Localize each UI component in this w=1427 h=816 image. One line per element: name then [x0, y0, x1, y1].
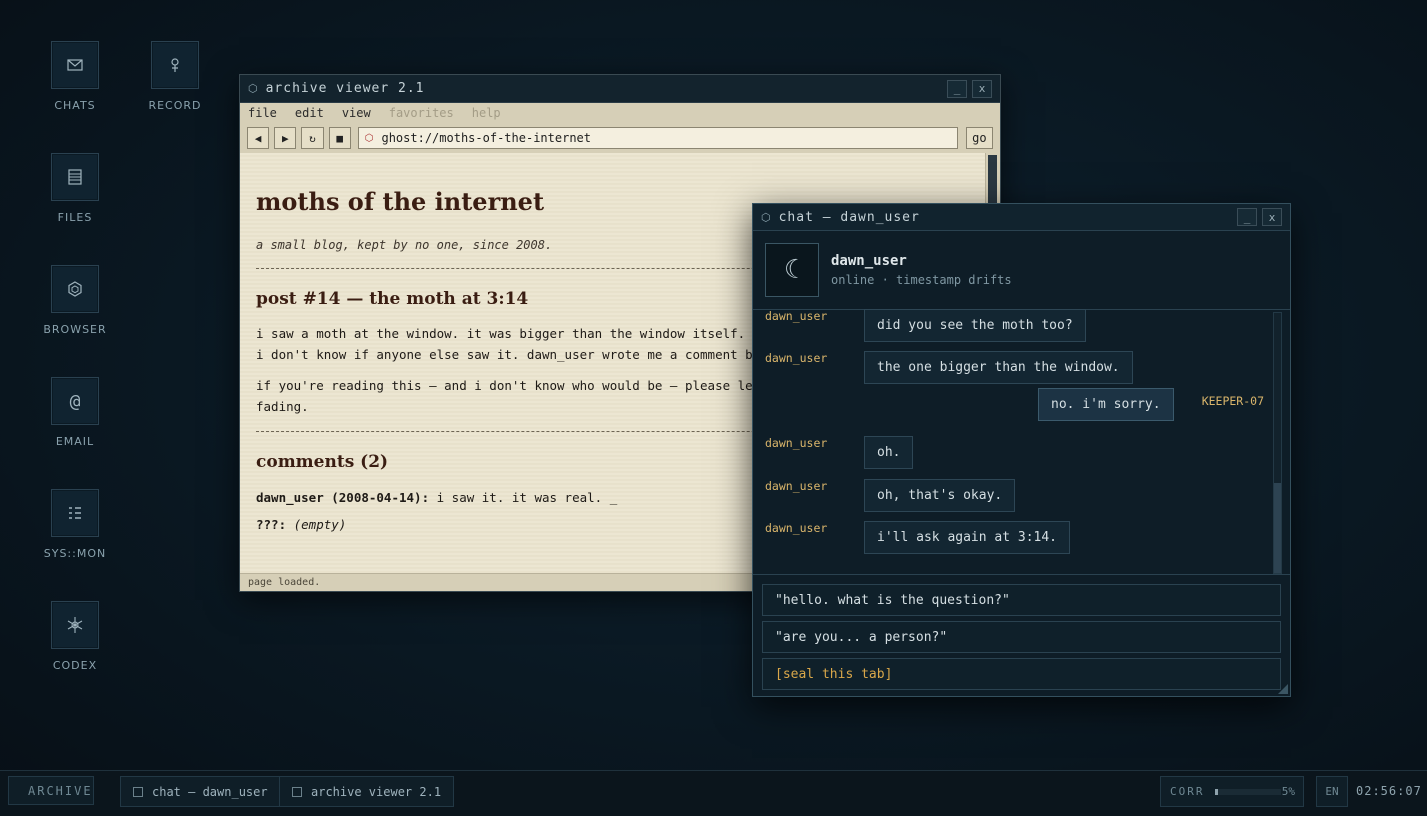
- comment-text: (empty): [286, 517, 347, 532]
- chat-window: ⬡ chat — dawn_user _ x ☾ dawn_user onlin…: [752, 203, 1291, 697]
- desktop-icon-label: SYS::MON: [43, 547, 107, 560]
- desktop-icon-label: FILES: [57, 211, 93, 224]
- address-text: ghost://moths-of-the-internet: [381, 131, 591, 145]
- desktop-icon-browser[interactable]: BROWSER: [25, 265, 125, 336]
- menu-help: help: [471, 106, 501, 120]
- taskbar-tab-label: archive viewer 2.1: [311, 784, 442, 799]
- desktop-icon-sysmon[interactable]: SYS::MON: [25, 489, 125, 560]
- desktop-icon-label: CODEX: [52, 659, 98, 672]
- clock: 02:56:07: [1356, 783, 1422, 798]
- list-icon: [51, 489, 99, 537]
- corruption-meter: CORR 5%: [1160, 776, 1304, 807]
- window-icon: [292, 786, 302, 797]
- resize-handle[interactable]: [1278, 684, 1288, 694]
- contact-status: online · timestamp drifts: [831, 273, 1012, 287]
- reload-button[interactable]: ↻: [301, 127, 324, 149]
- desktop-icon-record[interactable]: RECORD: [125, 41, 225, 112]
- menu-file[interactable]: file: [248, 106, 277, 120]
- language-indicator[interactable]: EN: [1316, 776, 1348, 807]
- chat-scrollbar[interactable]: [1273, 312, 1282, 574]
- reply-option-hello[interactable]: "hello. what is the question?": [762, 584, 1281, 616]
- contact-name: dawn_user: [831, 253, 907, 269]
- taskbar-tab-label: chat — dawn_user: [152, 784, 268, 799]
- close-button[interactable]: x: [972, 79, 992, 98]
- moon-icon: ☾: [784, 255, 800, 285]
- envelope-icon: [51, 41, 99, 89]
- message-bubble: oh.: [864, 436, 914, 469]
- message-sender: dawn_user: [765, 351, 828, 365]
- message-bubble: i'll ask again at 3:14.: [864, 521, 1071, 554]
- desktop-icon-email[interactable]: @ EMAIL: [25, 377, 125, 448]
- hexagon-icon: ⬡: [364, 132, 374, 144]
- taskbar-tab-archive-viewer[interactable]: archive viewer 2.1: [279, 776, 455, 807]
- desktop-icon-label: CHATS: [54, 99, 96, 112]
- message-list: dawn_user did you see the moth too? dawn…: [753, 309, 1276, 573]
- message-sender: KEEPER-07: [1201, 394, 1264, 408]
- corr-label: CORR: [1170, 785, 1205, 798]
- archive-button[interactable]: ARCHIVE: [8, 776, 94, 805]
- message-bubble: no. i'm sorry.: [1038, 388, 1174, 421]
- window-icon: [133, 786, 143, 797]
- forward-button[interactable]: ▶: [274, 127, 297, 149]
- message-sender: dawn_user: [765, 436, 828, 450]
- browser-toolbar: ◀ ▶ ↻ ■ ⬡ ghost://moths-of-the-internet …: [240, 123, 1000, 154]
- reply-option-seal-tab[interactable]: [seal this tab]: [762, 658, 1281, 690]
- hexagon-icon: [51, 265, 99, 313]
- files-icon: [51, 153, 99, 201]
- message-sender: dawn_user: [765, 479, 828, 493]
- reply-options: "hello. what is the question?" "are you.…: [753, 574, 1290, 690]
- close-button[interactable]: x: [1262, 208, 1282, 226]
- message-bubble: the one bigger than the window.: [864, 351, 1133, 384]
- avatar: ☾: [765, 243, 819, 297]
- snowflake-icon: [51, 601, 99, 649]
- desktop-icon-codex[interactable]: CODEX: [25, 601, 125, 672]
- message-sender: dawn_user: [765, 309, 828, 323]
- desktop-icon-label: BROWSER: [43, 323, 107, 336]
- message-bubble: did you see the moth too?: [864, 309, 1086, 342]
- desktop-icon-files[interactable]: FILES: [25, 153, 125, 224]
- address-bar[interactable]: ⬡ ghost://moths-of-the-internet: [357, 127, 958, 149]
- scrollbar-thumb[interactable]: [1274, 483, 1281, 573]
- menu-bar: file edit view favorites help: [240, 103, 1000, 123]
- back-button[interactable]: ◀: [247, 127, 270, 149]
- window-title: chat — dawn_user: [778, 209, 920, 225]
- taskbar: ARCHIVE chat — dawn_user archive viewer …: [0, 770, 1427, 816]
- archive-label: ARCHIVE: [28, 783, 93, 798]
- corr-value: 5%: [1281, 785, 1295, 798]
- desktop-icon-chats[interactable]: CHATS: [25, 41, 125, 112]
- stop-button[interactable]: ■: [328, 127, 351, 149]
- message-bubble: oh, that's okay.: [864, 479, 1016, 512]
- chat-titlebar[interactable]: ⬡ chat — dawn_user _ x: [753, 204, 1290, 231]
- menu-edit[interactable]: edit: [295, 106, 324, 120]
- browser-titlebar[interactable]: ⬡ archive viewer 2.1 _ x: [240, 75, 1000, 103]
- corr-bar-fill: [1214, 788, 1218, 795]
- contact-header: ☾ dawn_user online · timestamp drifts: [753, 231, 1290, 310]
- menu-view[interactable]: view: [342, 106, 371, 120]
- comment-author: dawn_user (2008-04-14):: [256, 490, 430, 505]
- hexagon-icon: ⬡: [761, 210, 771, 224]
- desktop-icon-label: EMAIL: [55, 435, 95, 448]
- taskbar-tab-chat[interactable]: chat — dawn_user: [120, 776, 281, 807]
- menu-favorites: favorites: [388, 106, 454, 120]
- reply-option-person[interactable]: "are you... a person?": [762, 621, 1281, 653]
- message-sender: dawn_user: [765, 521, 828, 535]
- minimize-button[interactable]: _: [947, 79, 967, 98]
- go-button[interactable]: go: [965, 127, 993, 149]
- corr-bar: [1214, 788, 1281, 795]
- comment-author: ???:: [256, 517, 287, 532]
- comment-text: i saw it. it was real. _: [429, 490, 618, 505]
- minimize-button[interactable]: _: [1237, 208, 1257, 226]
- at-sign-icon: @: [51, 377, 99, 425]
- desktop-icon-label: RECORD: [148, 99, 202, 112]
- record-pin-icon: [151, 41, 199, 89]
- hexagon-icon: ⬡: [248, 82, 258, 95]
- window-title: archive viewer 2.1: [265, 81, 425, 96]
